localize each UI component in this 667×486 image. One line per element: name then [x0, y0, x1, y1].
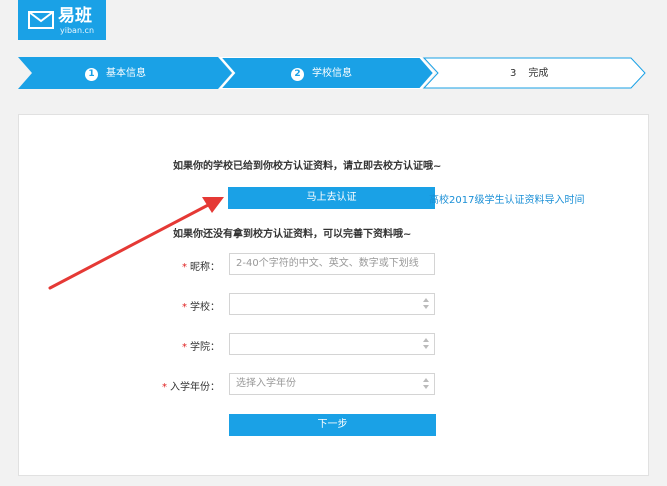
step-number: 1: [85, 67, 98, 81]
stepper-icon: [423, 338, 429, 350]
nickname-label: * 昵称：: [182, 262, 220, 273]
college-select[interactable]: [229, 333, 435, 355]
stepper-icon: [423, 378, 429, 390]
verified-hint: 如果你的学校已给到你校方认证资料，请立即去校方认证哦~: [173, 161, 442, 172]
college-label: * 学院：: [182, 342, 220, 353]
school-label: * 学校：: [182, 302, 220, 313]
brand-domain: yiban.cn: [60, 26, 95, 35]
unverified-hint: 如果你还没有拿到校方认证资料，可以完善下资料哦~: [173, 229, 412, 240]
step-label: 完成: [528, 68, 549, 79]
enrollment-year-label: * 入学年份：: [162, 382, 220, 393]
school-select[interactable]: [229, 293, 435, 315]
required-mark: *: [182, 262, 187, 273]
site-logo[interactable]: 易班 yiban.cn: [18, 0, 106, 40]
envelope-logo-icon: [28, 11, 54, 29]
step-number: 3: [510, 68, 517, 79]
required-mark: *: [162, 382, 167, 393]
step-basic-info: 1 基本信息: [85, 66, 146, 82]
required-mark: *: [182, 342, 187, 353]
step-progress: 1 基本信息 2 学校信息 3 完成: [18, 57, 647, 89]
step-complete: 3 完成: [510, 66, 548, 82]
step-number: 2: [291, 67, 304, 81]
nickname-input[interactable]: 2-40个字符的中文、英文、数字或下划线: [229, 253, 435, 275]
step-label: 学校信息: [312, 68, 352, 79]
step-label: 基本信息: [106, 68, 146, 79]
verify-now-button[interactable]: 马上去认证: [228, 187, 435, 209]
school-info-panel: 如果你的学校已给到你校方认证资料，请立即去校方认证哦~ 马上去认证 高校2017…: [18, 114, 649, 476]
step-school-info: 2 学校信息: [291, 66, 352, 82]
stepper-icon: [423, 298, 429, 310]
next-step-button[interactable]: 下一步: [229, 414, 436, 436]
required-mark: *: [182, 302, 187, 313]
brand-name: 易班: [58, 6, 92, 26]
enrollment-year-select[interactable]: 选择入学年份: [229, 373, 435, 395]
import-time-link[interactable]: 高校2017级学生认证资料导入时间: [429, 191, 584, 206]
